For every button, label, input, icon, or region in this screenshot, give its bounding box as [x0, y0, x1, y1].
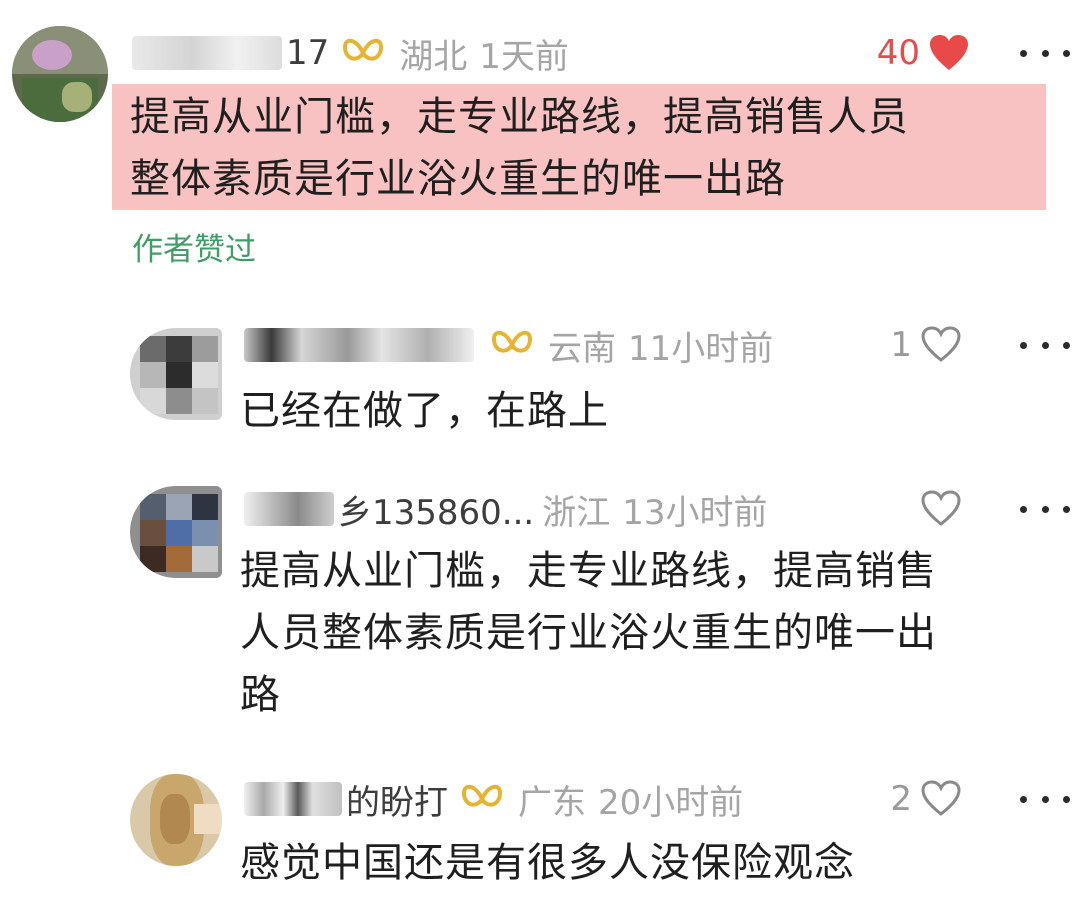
badge-icon [458, 779, 506, 819]
comment-text: 感觉中国还是有很多人没保险观念 [240, 832, 855, 894]
comment-text-line: 提高从业门槛，走专业路线，提高销售人员 [130, 94, 909, 140]
more-icon[interactable] [1020, 494, 1070, 524]
heart-outline-icon [921, 780, 961, 816]
location: 浙江 [542, 492, 611, 533]
username[interactable]: 乡135860... [338, 485, 534, 534]
like-button[interactable]: 40 [840, 28, 970, 78]
badge-icon [488, 325, 536, 365]
more-icon[interactable] [1020, 330, 1070, 360]
heart-outline-icon [921, 326, 961, 362]
blurred-username [244, 492, 334, 526]
comment-item: 乡135860... 浙江 13小时前 提高从业门槛，走专业路线，提高销售 人员… [0, 470, 1080, 730]
comment-item: 的盼打 广东 20小时前 2 感觉中国还是有很多人没保险观念 [0, 756, 1080, 906]
comment-item: 17 湖北 1天前 40 提高从业门槛，走专业路线，提高销售人员 整体素质是行业… [0, 0, 1080, 290]
timestamp: 1天前 [479, 36, 569, 77]
username[interactable]: 的盼打 [346, 775, 448, 824]
comment-text: 提高从业门槛，走专业路线，提高销售 人员整体素质是行业浴火重生的唯一出 路 [240, 540, 937, 726]
comment-text-line: 提高从业门槛，走专业路线，提高销售 [240, 548, 937, 594]
more-icon[interactable] [1020, 38, 1070, 68]
comment-meta: 的盼打 广东 20小时前 [244, 774, 743, 824]
blurred-username [132, 36, 282, 70]
comment-text: 提高从业门槛，走专业路线，提高销售人员 整体素质是行业浴火重生的唯一出路 [130, 86, 909, 210]
timestamp: 20小时前 [598, 782, 744, 823]
timestamp: 11小时前 [628, 328, 774, 369]
blurred-username [244, 328, 474, 362]
comment-text: 已经在做了，在路上 [240, 380, 609, 442]
comment-meta: 乡135860... 浙江 13小时前 [244, 484, 767, 534]
timestamp: 13小时前 [622, 492, 768, 533]
avatar[interactable] [130, 486, 222, 578]
avatar[interactable] [130, 328, 222, 420]
like-count: 2 [890, 779, 912, 819]
like-button[interactable]: 2 [840, 774, 962, 824]
comment-list: 17 湖北 1天前 40 提高从业门槛，走专业路线，提高销售人员 整体素质是行业… [0, 0, 1080, 909]
heart-filled-icon [930, 35, 968, 70]
comment-meta: 云南 11小时前 [244, 320, 773, 370]
username[interactable]: 17 [286, 33, 329, 73]
location: 湖北 [399, 36, 468, 77]
blurred-username [244, 782, 342, 816]
comment-text-line: 已经在做了，在路上 [240, 388, 609, 434]
comment-text-line: 整体素质是行业浴火重生的唯一出路 [130, 156, 786, 202]
location: 云南 [548, 328, 616, 369]
like-count: 1 [890, 325, 912, 365]
comment-text-line: 感觉中国还是有很多人没保险观念 [240, 840, 855, 886]
like-count: 40 [876, 33, 920, 73]
comment-meta: 17 湖北 1天前 [132, 28, 569, 78]
location: 广东 [518, 782, 586, 823]
more-icon[interactable] [1020, 784, 1070, 814]
avatar[interactable] [130, 774, 222, 866]
like-button[interactable]: 1 [840, 320, 962, 370]
heart-outline-icon [921, 490, 961, 526]
comment-text-line: 路 [240, 672, 281, 718]
comment-text-line: 人员整体素质是行业浴火重生的唯一出 [240, 610, 937, 656]
author-liked-label: 作者赞过 [132, 232, 256, 268]
like-button[interactable] [840, 484, 962, 534]
badge-icon [339, 33, 387, 73]
avatar[interactable] [12, 26, 108, 122]
comment-item: 云南 11小时前 1 已经在做了，在路上 [0, 310, 1080, 460]
